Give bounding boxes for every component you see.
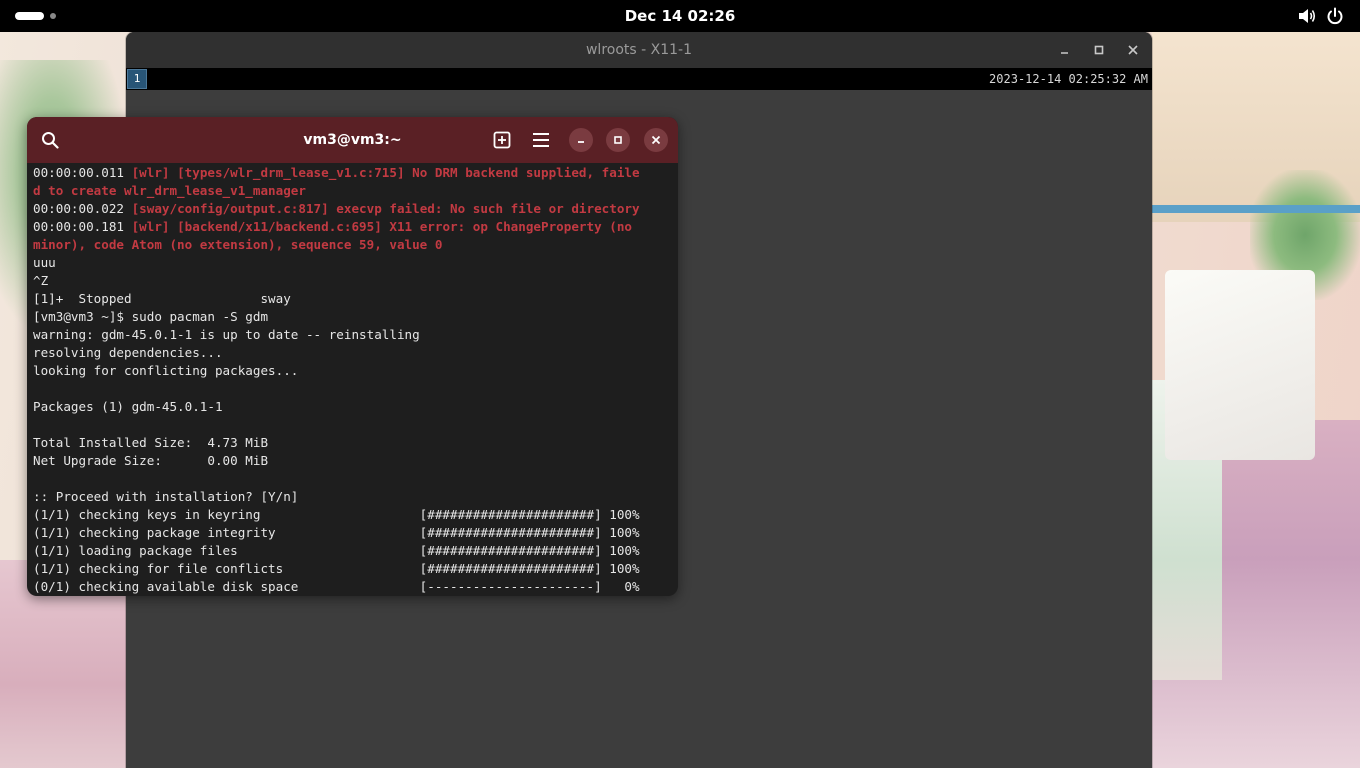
terminal-line: (1/1) checking keys in keyring [########… xyxy=(33,506,673,524)
close-icon xyxy=(651,135,661,145)
terminal-line-prefix: ^Z xyxy=(33,273,49,288)
terminal-line: 00:00:00.181 [wlr] [backend/x11/backend.… xyxy=(33,218,673,236)
terminal-line: (1/1) loading package files [###########… xyxy=(33,542,673,560)
terminal-line-prefix: (1/1) checking keys in keyring [########… xyxy=(33,507,640,522)
terminal-line: d to create wlr_drm_lease_v1_manager xyxy=(33,182,673,200)
terminal-error-text: [wlr] [backend/x11/backend.c:695] X11 er… xyxy=(131,219,632,234)
search-icon[interactable] xyxy=(41,131,59,149)
terminal-line-prefix: 00:00:00.011 xyxy=(33,165,132,180)
terminal-line: (1/1) checking for file conflicts [#####… xyxy=(33,560,673,578)
terminal-line: Packages (1) gdm-45.0.1-1 xyxy=(33,398,673,416)
terminal-line: (0/1) checking available disk space [---… xyxy=(33,578,673,596)
terminal-line: :: Proceed with installation? [Y/n] xyxy=(33,488,673,506)
minimize-icon xyxy=(578,141,584,143)
terminal-output[interactable]: 00:00:00.011 [wlr] [types/wlr_drm_lease_… xyxy=(33,164,673,596)
terminal-minimize-button[interactable] xyxy=(569,128,593,152)
terminal-window[interactable]: vm3@vm3:~ 00:00:00.011 [wlr] [types/wlr_… xyxy=(27,117,678,596)
volume-icon[interactable] xyxy=(1297,7,1317,25)
terminal-line-prefix: :: Proceed with installation? [Y/n] xyxy=(33,489,299,504)
top-bar: Dec 14 02:26 xyxy=(0,0,1360,32)
terminal-error-text: [sway/config/output.c:817] execvp failed… xyxy=(131,201,640,216)
sway-bar: 1 2023-12-14 02:25:32 AM xyxy=(126,68,1152,90)
terminal-line-prefix: (1/1) checking package integrity [######… xyxy=(33,525,640,540)
wallpaper-ledge xyxy=(1152,205,1360,213)
terminal-line: [vm3@vm3 ~]$ sudo pacman -S gdm xyxy=(33,308,673,326)
terminal-line: resolving dependencies... xyxy=(33,344,673,362)
x11-titlebar[interactable]: wlroots - X11-1 xyxy=(126,32,1152,68)
terminal-line: (1/1) checking package integrity [######… xyxy=(33,524,673,542)
terminal-error-text: [wlr] [types/wlr_drm_lease_v1.c:715] No … xyxy=(131,165,640,180)
terminal-header[interactable]: vm3@vm3:~ xyxy=(27,117,678,163)
terminal-line: 00:00:00.011 [wlr] [types/wlr_drm_lease_… xyxy=(33,164,673,182)
terminal-line: minor), code Atom (no extension), sequen… xyxy=(33,236,673,254)
terminal-error-text: d to create wlr_drm_lease_v1_manager xyxy=(33,183,306,198)
terminal-close-button[interactable] xyxy=(644,128,668,152)
terminal-line: [1]+ Stopped sway xyxy=(33,290,673,308)
terminal-line-prefix: Total Installed Size: 4.73 MiB xyxy=(33,435,269,450)
terminal-line-prefix: (1/1) loading package files [###########… xyxy=(33,543,640,558)
terminal-line-prefix: (1/1) checking for file conflicts [#####… xyxy=(33,561,640,576)
terminal-line: 00:00:00.022 [sway/config/output.c:817] … xyxy=(33,200,673,218)
terminal-line-prefix: [1]+ Stopped sway xyxy=(33,291,291,306)
terminal-line-prefix: looking for conflicting packages... xyxy=(33,363,299,378)
terminal-maximize-button[interactable] xyxy=(606,128,630,152)
x11-maximize-icon[interactable] xyxy=(1090,41,1108,59)
terminal-line-prefix: Net Upgrade Size: 0.00 MiB xyxy=(33,453,269,468)
maximize-icon xyxy=(614,136,622,144)
menu-icon[interactable] xyxy=(532,132,550,148)
x11-minimize-icon[interactable] xyxy=(1056,41,1074,59)
x11-close-icon[interactable] xyxy=(1124,41,1142,59)
x11-window-title: wlroots - X11-1 xyxy=(585,42,693,58)
terminal-line-prefix: Packages (1) gdm-45.0.1-1 xyxy=(33,399,223,414)
terminal-line-prefix: resolving dependencies... xyxy=(33,345,223,360)
terminal-error-text: minor), code Atom (no extension), sequen… xyxy=(33,237,443,252)
terminal-line: warning: gdm-45.0.1-1 is up to date -- r… xyxy=(33,326,673,344)
status-line: 2023-12-14 02:25:32 AM xyxy=(989,72,1148,86)
clock[interactable]: Dec 14 02:26 xyxy=(0,0,1360,32)
terminal-line-prefix: uuu xyxy=(33,255,56,270)
terminal-line: Net Upgrade Size: 0.00 MiB xyxy=(33,452,673,470)
terminal-line-prefix: 00:00:00.022 xyxy=(33,201,132,216)
terminal-line: ^Z xyxy=(33,272,673,290)
terminal-line-prefix: [vm3@vm3 ~]$ sudo pacman -S gdm xyxy=(33,309,269,324)
terminal-line-prefix: warning: gdm-45.0.1-1 is up to date -- r… xyxy=(33,327,420,342)
terminal-line: Total Installed Size: 4.73 MiB xyxy=(33,434,673,452)
new-tab-icon[interactable] xyxy=(493,131,511,149)
workspace-button-1[interactable]: 1 xyxy=(127,69,147,89)
terminal-line: uuu xyxy=(33,254,673,272)
wallpaper-character xyxy=(1165,270,1315,460)
terminal-line-prefix: 00:00:00.181 xyxy=(33,219,132,234)
terminal-line-prefix: (0/1) checking available disk space [---… xyxy=(33,579,640,594)
terminal-line: looking for conflicting packages... xyxy=(33,362,673,380)
power-icon[interactable] xyxy=(1326,7,1344,25)
